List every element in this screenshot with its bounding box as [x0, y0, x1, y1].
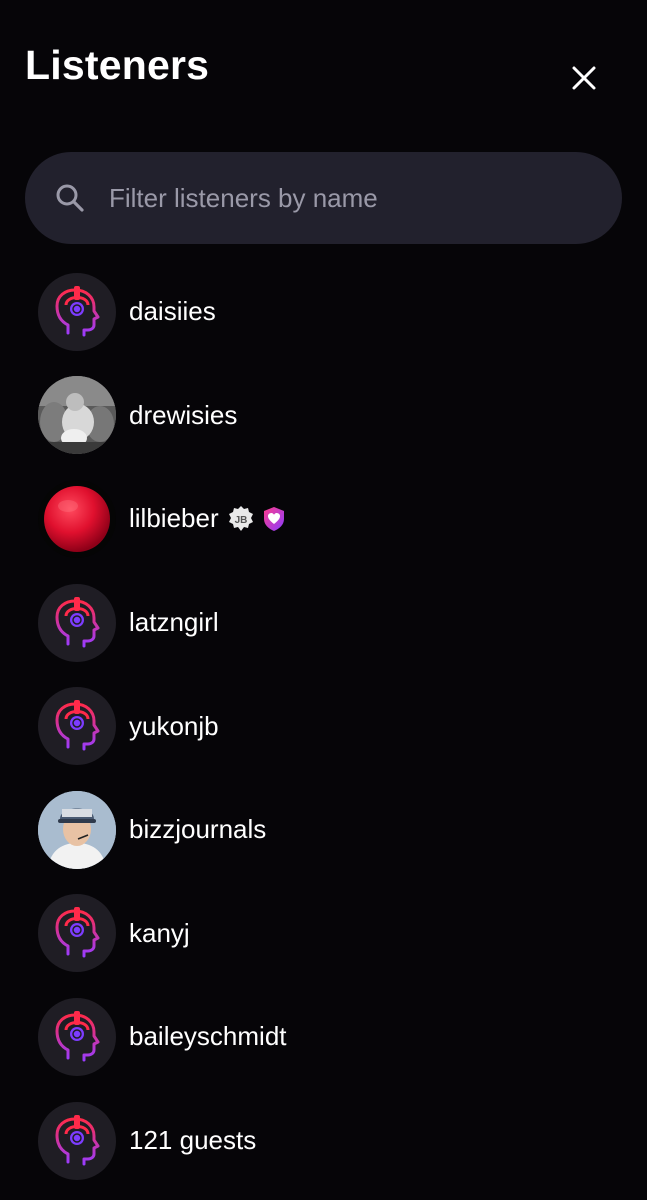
- avatar: [38, 1101, 116, 1180]
- listener-name: daisiies: [129, 296, 216, 327]
- photo-avatar-cap: [38, 790, 116, 869]
- list-item[interactable]: drewisies: [0, 364, 647, 468]
- listener-list: daisiies drewisies lilbieber JB latzngir…: [0, 260, 647, 1192]
- list-item[interactable]: kanyj: [0, 882, 647, 986]
- listener-name: baileyschmidt: [129, 1021, 287, 1052]
- listener-name: bizzjournals: [129, 814, 267, 845]
- listener-name: latzngirl: [129, 607, 219, 638]
- jb-badge-text: JB: [234, 515, 247, 526]
- avatar: [38, 790, 116, 869]
- listeners-screen: Listeners daisiies: [0, 0, 647, 1200]
- red-sphere-avatar: [44, 485, 110, 552]
- jb-badge: JB: [227, 505, 255, 533]
- avatar: [38, 894, 116, 973]
- list-item[interactable]: yukonjb: [0, 674, 647, 778]
- list-item[interactable]: latzngirl: [0, 571, 647, 675]
- search-icon: [56, 184, 84, 212]
- headphones-avatar-icon: [38, 273, 116, 351]
- listener-name: drewisies: [129, 399, 238, 430]
- avatar: [38, 583, 116, 662]
- search-bar[interactable]: [25, 152, 622, 244]
- avatar: [38, 479, 116, 558]
- headphones-avatar-icon: [38, 584, 116, 662]
- avatar: [38, 376, 116, 455]
- headphones-avatar-icon: [38, 1102, 116, 1180]
- heart-shield-badge: [261, 505, 287, 533]
- search-input[interactable]: [109, 168, 622, 228]
- headphones-avatar-icon: [38, 998, 116, 1076]
- headphones-avatar-icon: [38, 687, 116, 765]
- page-title: Listeners: [25, 42, 210, 88]
- list-item[interactable]: daisiies: [0, 260, 647, 364]
- listener-name: lilbieber: [129, 503, 219, 534]
- listener-name: kanyj: [129, 917, 190, 948]
- close-icon[interactable]: [571, 65, 597, 91]
- headphones-avatar-icon: [38, 894, 116, 972]
- list-item[interactable]: lilbieber JB: [0, 467, 647, 571]
- avatar: [38, 687, 116, 766]
- avatar: [38, 272, 116, 351]
- listener-name: 121 guests: [129, 1125, 257, 1156]
- list-item[interactable]: 121 guests: [0, 1089, 647, 1193]
- list-item[interactable]: bizzjournals: [0, 778, 647, 882]
- listener-name: yukonjb: [129, 710, 219, 741]
- close-button[interactable]: [558, 52, 610, 104]
- photo-avatar-bw: [38, 376, 116, 455]
- avatar: [38, 997, 116, 1076]
- list-item[interactable]: baileyschmidt: [0, 985, 647, 1089]
